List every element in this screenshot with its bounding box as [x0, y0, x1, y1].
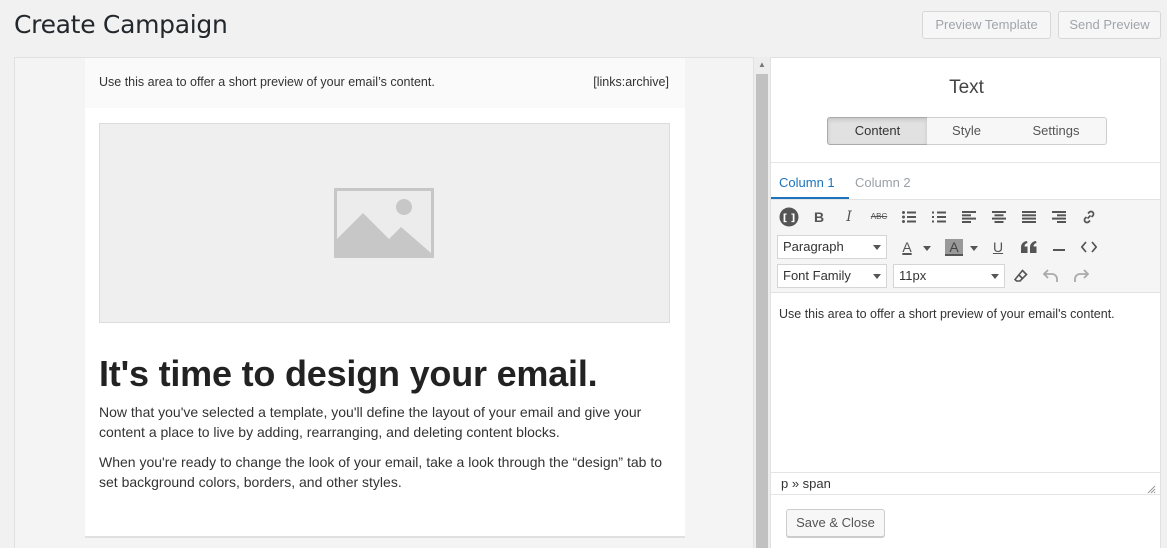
text-block-panel: Text Content Style Settings Column 1 Col… [770, 57, 1161, 548]
font-family-select-value: Font Family [783, 268, 851, 283]
canvas-scrollbar[interactable]: ▲ [754, 57, 770, 548]
divider [771, 162, 1160, 163]
format-select-value: Paragraph [783, 239, 844, 254]
email-canvas: Use this area to offer a short preview o… [14, 57, 754, 548]
merge-tag-icon[interactable]: [ ] [777, 206, 801, 228]
clear-formatting-icon[interactable] [1009, 265, 1033, 287]
email-headline[interactable]: It's time to design your email. [99, 353, 598, 395]
source-code-icon[interactable] [1077, 236, 1101, 258]
bulleted-list-icon[interactable] [897, 206, 921, 228]
save-close-button[interactable]: Save & Close [786, 509, 885, 537]
text-color-dropdown-icon[interactable] [923, 246, 931, 251]
email-paragraph[interactable]: Now that you've selected a template, you… [99, 402, 674, 442]
highlight-color-icon[interactable]: A [942, 236, 966, 258]
panel-title: Text [949, 77, 984, 98]
link-icon[interactable] [1077, 206, 1101, 228]
image-block[interactable] [99, 123, 670, 323]
chevron-down-icon [873, 274, 881, 279]
editor-content[interactable]: Use this area to offer a short preview o… [779, 307, 1115, 321]
scroll-thumb[interactable] [756, 74, 768, 548]
editor-toolbar: [ ] B I ABC Paragraph A A U Font Family … [771, 199, 1160, 293]
image-placeholder-icon [334, 188, 434, 258]
element-path[interactable]: p » span [781, 476, 831, 491]
font-size-select-value: 11px [899, 268, 927, 283]
resize-handle-icon[interactable] [1147, 481, 1156, 494]
align-center-icon[interactable] [987, 206, 1011, 228]
email-body: It's time to design your email. Now that… [85, 108, 685, 538]
horizontal-line-icon[interactable] [1047, 236, 1071, 258]
font-size-select[interactable]: 11px [893, 264, 1005, 288]
tab-column-2[interactable]: Column 2 [855, 173, 911, 199]
bold-icon[interactable]: B [807, 206, 831, 228]
format-select[interactable]: Paragraph [777, 235, 887, 259]
tab-settings[interactable]: Settings [1006, 117, 1107, 145]
redo-icon[interactable] [1069, 265, 1093, 287]
divider [771, 494, 1160, 495]
highlight-dropdown-icon[interactable] [970, 246, 978, 251]
svg-text:[ ]: [ ] [783, 213, 796, 224]
preheader-block[interactable]: Use this area to offer a short preview o… [85, 58, 685, 108]
highlight-color-glyph: A [945, 239, 963, 256]
tab-style[interactable]: Style [927, 117, 1007, 145]
email-paragraph[interactable]: When you're ready to change the look of … [99, 452, 674, 492]
preview-template-button[interactable]: Preview Template [922, 11, 1051, 39]
numbered-list-icon[interactable] [927, 206, 951, 228]
chevron-down-icon [873, 245, 881, 250]
font-family-select[interactable]: Font Family [777, 264, 887, 288]
tab-column-1[interactable]: Column 1 [771, 173, 849, 199]
tab-content[interactable]: Content [827, 117, 928, 145]
send-preview-button[interactable]: Send Preview [1058, 11, 1161, 39]
editor-statusbar: p » span [771, 472, 1160, 494]
chevron-down-icon [991, 274, 999, 279]
underline-icon[interactable]: U [986, 236, 1010, 258]
align-right-icon[interactable] [1047, 206, 1071, 228]
app-root: Create Campaign Preview Template Send Pr… [0, 0, 1167, 548]
align-justify-icon[interactable] [1017, 206, 1041, 228]
undo-icon[interactable] [1039, 265, 1063, 287]
text-color-icon[interactable]: A [895, 236, 919, 258]
strikethrough-icon[interactable]: ABC [867, 206, 891, 228]
page-title: Create Campaign [14, 10, 228, 39]
align-left-icon[interactable] [957, 206, 981, 228]
blockquote-icon[interactable] [1017, 236, 1041, 258]
italic-icon[interactable]: I [837, 206, 861, 228]
preheader-text: Use this area to offer a short preview o… [99, 75, 435, 89]
archive-link-tag: [links:archive] [593, 75, 669, 89]
scroll-up-arrow-icon[interactable]: ▲ [758, 61, 766, 69]
